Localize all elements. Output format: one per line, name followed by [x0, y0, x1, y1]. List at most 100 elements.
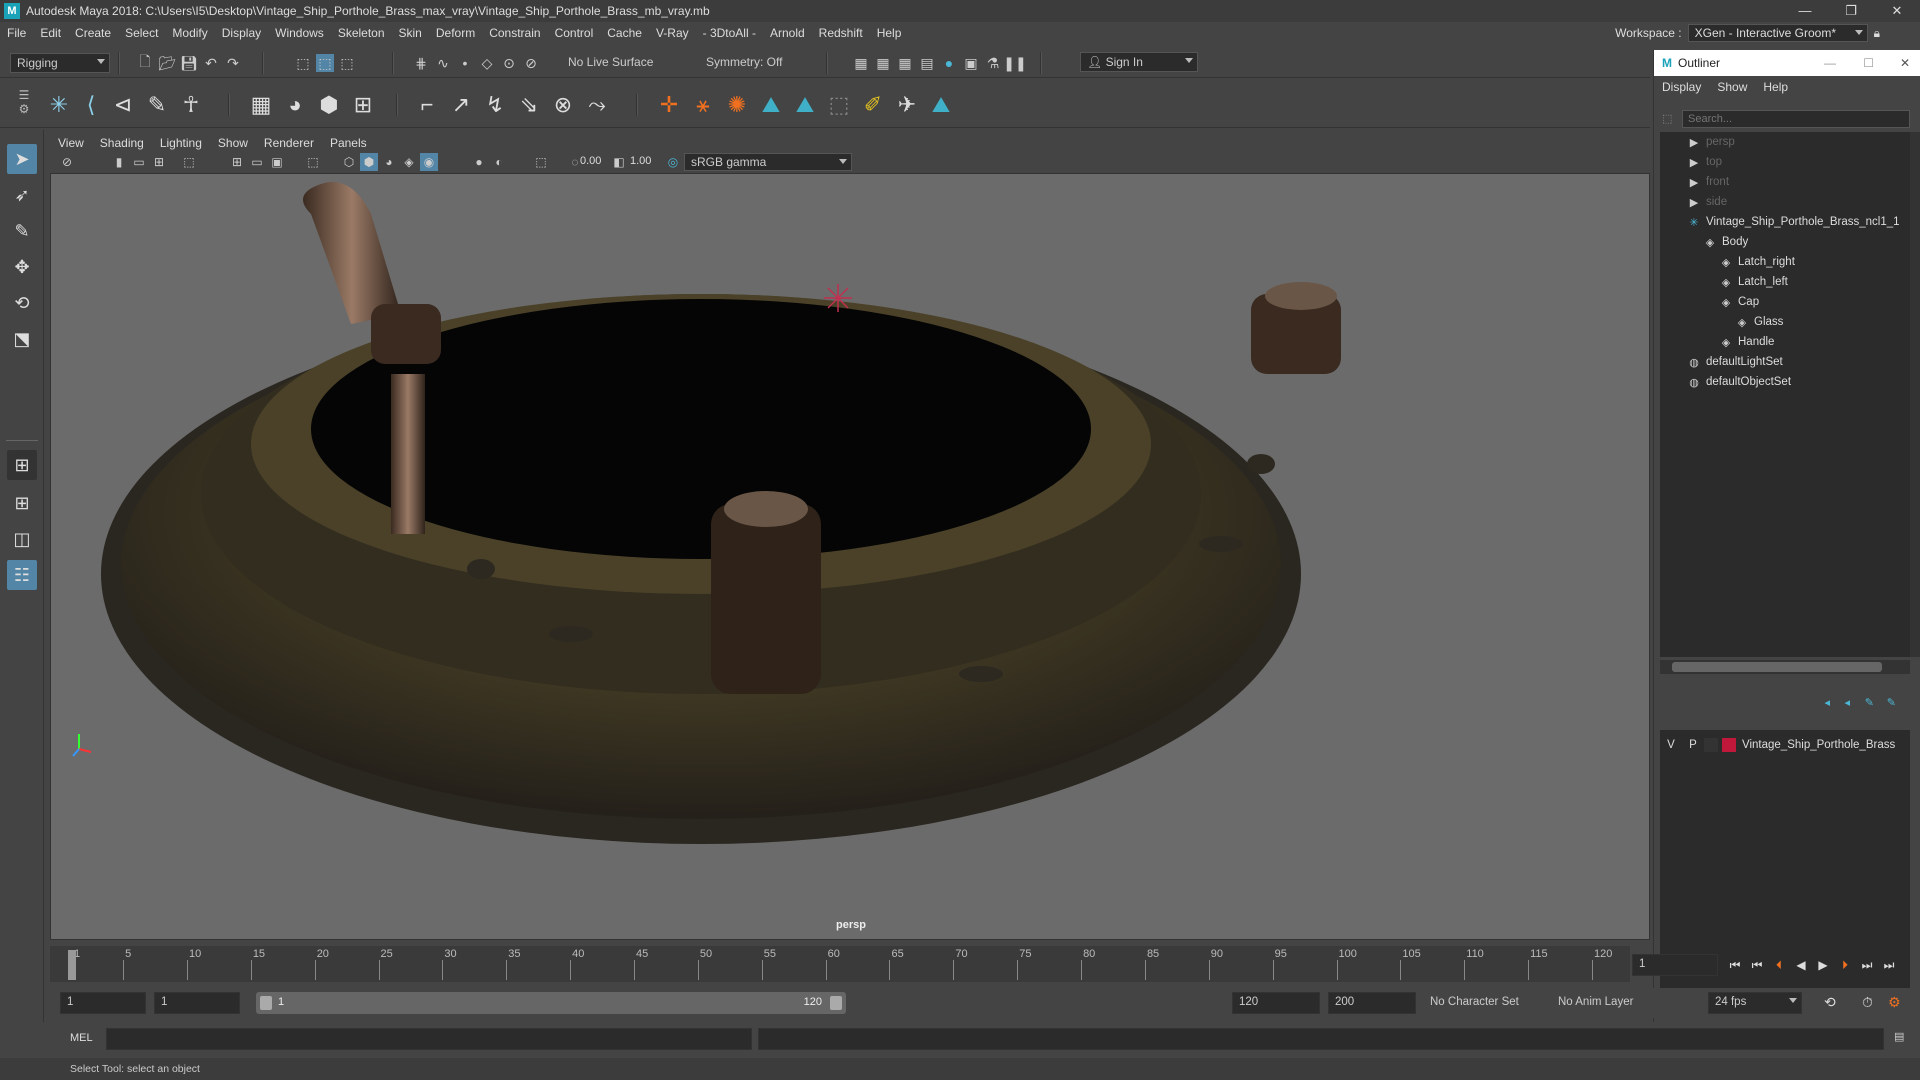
grid-toggle-icon[interactable]: ⊞	[150, 153, 168, 171]
outliner-layout-icon[interactable]: ☷	[7, 560, 37, 590]
select-tool-icon[interactable]: ➤	[7, 144, 37, 174]
snap-plane-icon[interactable]: ◇	[478, 54, 496, 72]
menu-skin[interactable]: Skin	[392, 26, 429, 40]
sculpt-icon[interactable]: ⊗	[548, 90, 578, 120]
move-layer-down-icon[interactable]: ◂	[1844, 696, 1850, 709]
redo-icon[interactable]: ↷	[224, 54, 242, 72]
undo-icon[interactable]: ↶	[202, 54, 220, 72]
humanik-icon[interactable]: ☥	[176, 90, 206, 120]
minimize-button[interactable]: —	[1824, 56, 1836, 70]
layer-playback-toggle[interactable]: P	[1682, 739, 1704, 751]
pause-icon[interactable]: ❚❚	[1003, 54, 1026, 72]
go-to-end-icon[interactable]: ⏭	[1880, 954, 1898, 976]
outliner-menu-show[interactable]: Show	[1709, 80, 1755, 94]
animation-start-field[interactable]: 1	[60, 992, 146, 1014]
playback-end-field[interactable]: 120	[1232, 992, 1320, 1014]
layer-name[interactable]: Vintage_Ship_Porthole_Brass	[1742, 739, 1895, 751]
gamma-icon[interactable]: ◧	[610, 153, 628, 171]
outliner-vscrollbar[interactable]	[1910, 132, 1920, 657]
paint-select-icon[interactable]: ✎	[7, 216, 37, 246]
outliner-item[interactable]: ◍ defaultObjectSet	[1660, 372, 1910, 392]
snap-curve-icon[interactable]: ∿	[434, 54, 452, 72]
sign-in-dropdown[interactable]: 👤︎ Sign In	[1080, 52, 1198, 72]
move-layer-up-icon[interactable]: ◂	[1824, 696, 1830, 709]
render-frame-icon[interactable]: ▦	[852, 54, 870, 72]
ambient-occlusion-icon[interactable]: ●	[470, 153, 488, 171]
step-back-key-icon[interactable]: ⏮	[1748, 954, 1766, 976]
color-management-icon[interactable]: ◎	[664, 153, 682, 171]
save-scene-icon[interactable]: 💾︎	[180, 54, 198, 72]
open-scene-icon[interactable]: 📂︎	[158, 54, 176, 72]
wrap-icon[interactable]: ↯	[480, 90, 510, 120]
panel-menu-shading[interactable]: Shading	[92, 134, 152, 152]
menu-windows[interactable]: Windows	[268, 26, 331, 40]
panel-menu-panels[interactable]: Panels	[322, 134, 375, 152]
smooth-bind-icon[interactable]: ◕	[280, 90, 310, 120]
range-slider[interactable]: 1 120	[256, 992, 846, 1014]
range-handle-right[interactable]	[830, 996, 842, 1010]
menu-deform[interactable]: Deform	[429, 26, 482, 40]
nonlinear-icon[interactable]: ⤳	[582, 90, 612, 120]
menu-3dtoall[interactable]: - 3DtoAll -	[696, 26, 763, 40]
menu-control[interactable]: Control	[548, 26, 601, 40]
isolate-icon[interactable]: ⬚	[180, 153, 198, 171]
hypershade-icon[interactable]: ▤	[918, 54, 936, 72]
menu-set-dropdown[interactable]: Rigging	[10, 53, 110, 73]
panel-menu-view[interactable]: View	[50, 134, 92, 152]
minimize-button[interactable]: —	[1782, 0, 1828, 22]
menu-vray[interactable]: V-Ray	[649, 26, 696, 40]
gate-mask-icon[interactable]: ▣	[268, 153, 286, 171]
render-settings-icon[interactable]: ▦	[896, 54, 914, 72]
layer-visibility-toggle[interactable]: V	[1660, 739, 1682, 751]
snap-point-icon[interactable]: •	[456, 54, 474, 72]
menu-constrain[interactable]: Constrain	[482, 26, 547, 40]
maximize-button[interactable]: ☐	[1863, 56, 1874, 70]
outliner-item[interactable]: ▶ front	[1660, 172, 1910, 192]
snap-surface-icon[interactable]: ⊙	[500, 54, 518, 72]
vray-frame-buffer-icon[interactable]: ▣	[962, 54, 980, 72]
step-forward-frame-icon[interactable]: ⏵	[1836, 954, 1854, 976]
close-button[interactable]: ✕	[1900, 56, 1910, 70]
aim-constraint-icon[interactable]: ⚹	[688, 90, 718, 120]
scale-tool-icon[interactable]: ⬔	[7, 324, 37, 354]
ipr-render-icon[interactable]: ▦	[874, 54, 892, 72]
panel-menu-show[interactable]: Show	[210, 134, 256, 152]
snap-grid-icon[interactable]: ⋕	[412, 54, 430, 72]
blend-shape-icon[interactable]: ↗	[446, 90, 476, 120]
layer-row[interactable]: V P Vintage_Ship_Porthole_Brass	[1660, 734, 1910, 756]
hik-icon[interactable]: ⛰	[926, 90, 956, 120]
play-forward-icon[interactable]: ▶	[1814, 954, 1832, 976]
menu-select[interactable]: Select	[118, 26, 165, 40]
outliner-item[interactable]: ▶ top	[1660, 152, 1910, 172]
command-language-label[interactable]: MEL	[70, 1032, 93, 1044]
point-constraint-icon[interactable]: ✛	[654, 90, 684, 120]
outliner-menu-display[interactable]: Display	[1654, 80, 1709, 94]
loop-icon[interactable]: ⟲	[1824, 994, 1836, 1011]
outliner-menu-help[interactable]: Help	[1755, 80, 1796, 94]
animation-prefs-icon[interactable]: ⚙	[1888, 994, 1901, 1011]
exposure-value[interactable]: 0.00	[580, 155, 601, 167]
panel-menu-renderer[interactable]: Renderer	[256, 134, 322, 152]
viewport-persp[interactable]: persp	[50, 173, 1650, 940]
menu-edit[interactable]: Edit	[33, 26, 68, 40]
menu-skeleton[interactable]: Skeleton	[331, 26, 392, 40]
set-driven-key-icon[interactable]: ✐	[858, 90, 888, 120]
layer-display-type[interactable]	[1704, 738, 1718, 752]
close-button[interactable]: ✕	[1874, 0, 1920, 22]
rotate-tool-icon[interactable]: ⟲	[7, 288, 37, 318]
panel-menu-lighting[interactable]: Lighting	[152, 134, 210, 152]
ik-handle-icon[interactable]: ⟨	[76, 90, 106, 120]
outliner-item[interactable]: ▶ persp	[1660, 132, 1910, 152]
outliner-item[interactable]: ▶ side	[1660, 192, 1910, 212]
wire-icon[interactable]: ⇘	[514, 90, 544, 120]
time-slider[interactable]: 1 5 10 15 20 25 30 35 40 45 50 55 60 65 70 75 80 85 90 95 10…	[50, 946, 1630, 982]
range-handle-left[interactable]	[260, 996, 272, 1010]
colorspace-dropdown[interactable]: sRGB gamma	[684, 153, 852, 171]
outliner-hscrollbar[interactable]	[1660, 660, 1910, 674]
scrollbar-thumb[interactable]	[1672, 662, 1882, 672]
bind-skin-icon[interactable]: ▦	[246, 90, 276, 120]
lights-icon[interactable]: ◈	[400, 153, 418, 171]
camera-attributes-icon[interactable]: ⊘	[58, 153, 76, 171]
create-joints-icon[interactable]: ✳	[44, 90, 74, 120]
menu-help[interactable]: Help	[870, 26, 909, 40]
